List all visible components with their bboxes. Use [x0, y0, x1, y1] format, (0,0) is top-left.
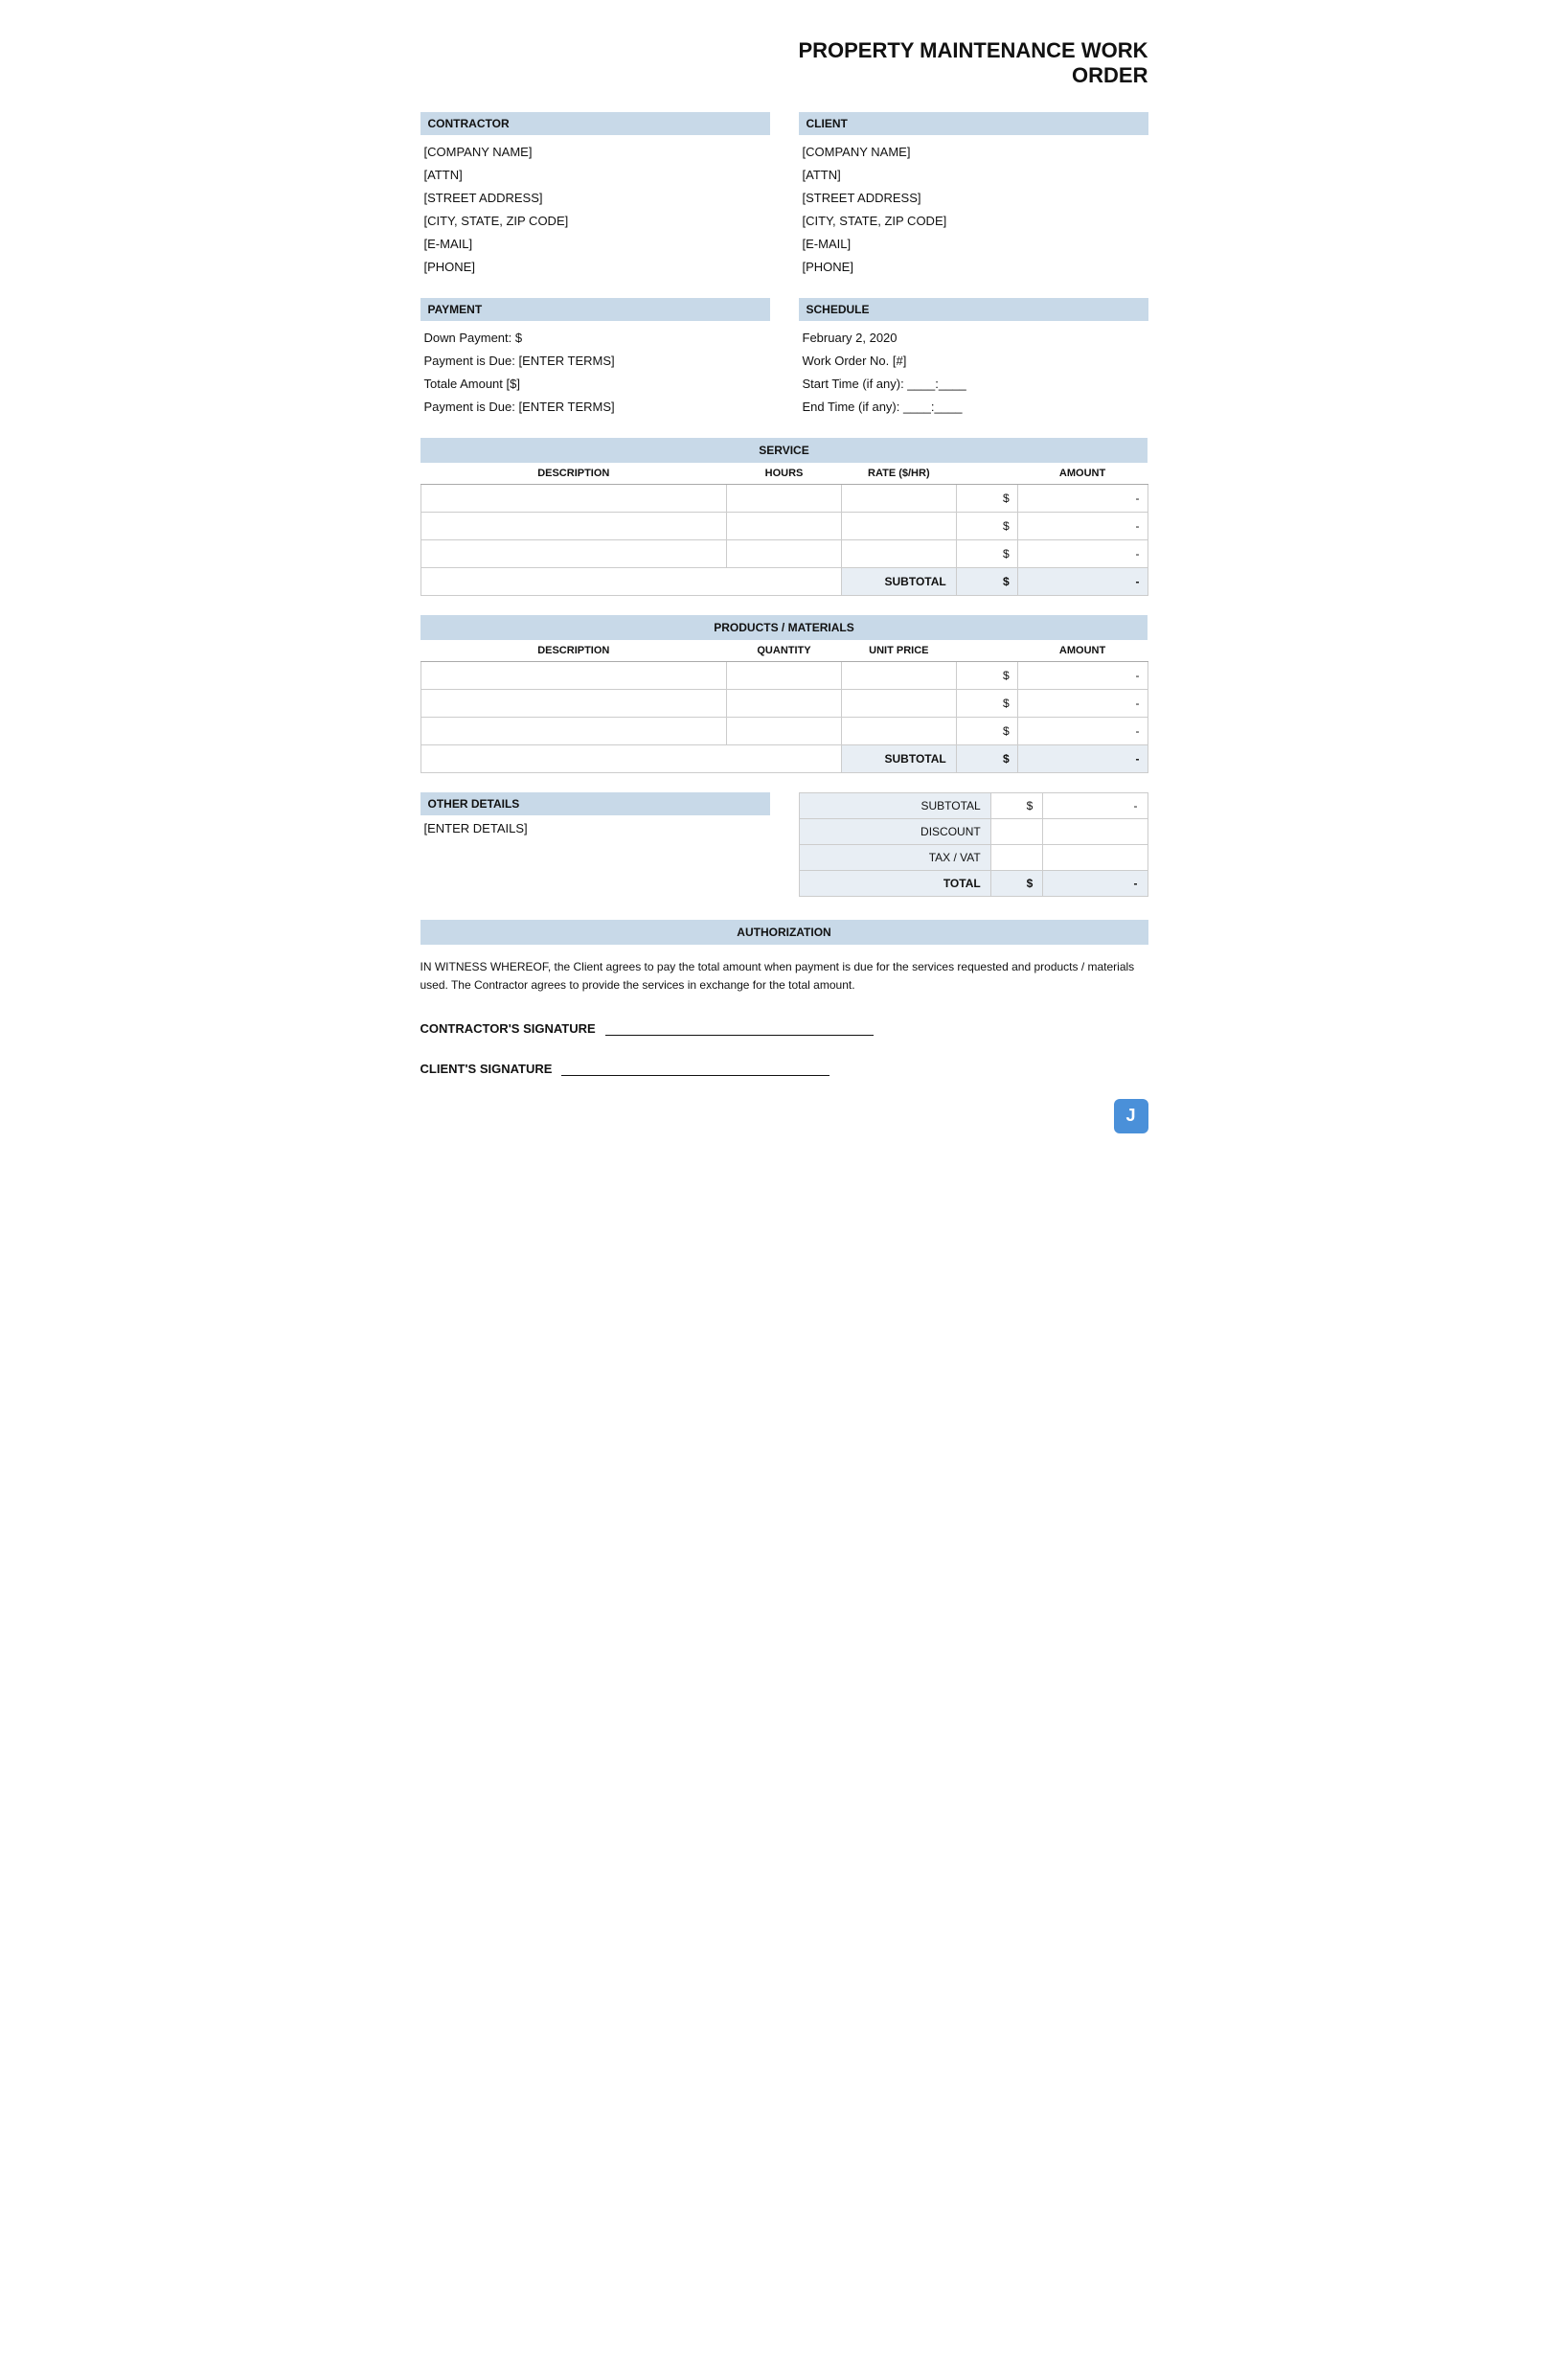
payment-block: PAYMENT Down Payment: $ Payment is Due: …: [420, 298, 770, 419]
contractor-body: [COMPANY NAME] [ATTN] [STREET ADDRESS] […: [420, 141, 770, 279]
payment-line3: Totale Amount [$]: [424, 373, 766, 396]
client-phone: [PHONE]: [803, 256, 1145, 279]
service-col-hours: HOURS: [727, 463, 842, 485]
client-block: CLIENT [COMPANY NAME] [ATTN] [STREET ADD…: [799, 112, 1148, 279]
totals-total-row: TOTAL $ -: [799, 871, 1148, 897]
schedule-end-time: End Time (if any): ____:____: [803, 396, 1145, 419]
materials-row-1: $ -: [420, 662, 1148, 690]
materials-col-amount: AMOUNT: [1017, 640, 1148, 662]
materials-subtotal-label: SUBTOTAL: [841, 745, 956, 773]
other-details-block: OTHER DETAILS [ENTER DETAILS]: [420, 792, 770, 897]
totals-subtotal-label: SUBTOTAL: [799, 793, 990, 819]
client-sig-underline: [561, 1059, 829, 1076]
contractor-company: [COMPANY NAME]: [424, 141, 766, 164]
client-signature-line: CLIENT'S SIGNATURE: [420, 1059, 1148, 1076]
materials-col-desc: DESCRIPTION: [420, 640, 727, 662]
schedule-work-order: Work Order No. [#]: [803, 350, 1145, 373]
totals-tax-row: TAX / VAT: [799, 845, 1148, 871]
j-brand-icon: J: [1114, 1099, 1148, 1133]
payment-line4: Payment is Due: [ENTER TERMS]: [424, 396, 766, 419]
schedule-block: SCHEDULE February 2, 2020 Work Order No.…: [799, 298, 1148, 419]
service-row-2: $ -: [420, 513, 1148, 540]
contractor-sig-underline: [605, 1018, 874, 1036]
totals-total-label: TOTAL: [799, 871, 990, 897]
client-city: [CITY, STATE, ZIP CODE]: [803, 210, 1145, 233]
other-details-body: [ENTER DETAILS]: [420, 821, 770, 835]
contractor-header: CONTRACTOR: [420, 112, 770, 135]
bottom-section: OTHER DETAILS [ENTER DETAILS] SUBTOTAL $…: [420, 792, 1148, 897]
contractor-email: [E-MAIL]: [424, 233, 766, 256]
client-attn: [ATTN]: [803, 164, 1145, 187]
service-col-rate: RATE ($/HR): [841, 463, 956, 485]
service-subtotal-row: SUBTOTAL $ -: [420, 568, 1148, 596]
schedule-date: February 2, 2020: [803, 327, 1145, 350]
authorization-header: AUTHORIZATION: [420, 920, 1148, 945]
schedule-start-time: Start Time (if any): ____:____: [803, 373, 1145, 396]
payment-line2: Payment is Due: [ENTER TERMS]: [424, 350, 766, 373]
contractor-city: [CITY, STATE, ZIP CODE]: [424, 210, 766, 233]
contractor-street: [STREET ADDRESS]: [424, 187, 766, 210]
totals-block: SUBTOTAL $ - DISCOUNT TAX / VAT TOTAL $ …: [799, 792, 1148, 897]
client-company: [COMPANY NAME]: [803, 141, 1145, 164]
service-row-3: $ -: [420, 540, 1148, 568]
materials-col-quantity: QUANTITY: [727, 640, 842, 662]
totals-subtotal-row: SUBTOTAL $ -: [799, 793, 1148, 819]
payment-schedule-section: PAYMENT Down Payment: $ Payment is Due: …: [420, 298, 1148, 419]
client-street: [STREET ADDRESS]: [803, 187, 1145, 210]
totals-discount-label: DISCOUNT: [799, 819, 990, 845]
client-email: [E-MAIL]: [803, 233, 1145, 256]
service-col-amount: AMOUNT: [1017, 463, 1148, 485]
contractor-signature-line: CONTRACTOR'S SIGNATURE: [420, 1018, 1148, 1036]
service-subtotal-label: SUBTOTAL: [841, 568, 956, 596]
schedule-body: February 2, 2020 Work Order No. [#] Star…: [799, 327, 1148, 419]
materials-col-unit-price: UNIT PRICE: [841, 640, 956, 662]
payment-header: PAYMENT: [420, 298, 770, 321]
page-title: PROPERTY MAINTENANCE WORK ORDER: [420, 38, 1148, 89]
totals-discount-row: DISCOUNT: [799, 819, 1148, 845]
materials-table-header: PRODUCTS / MATERIALS: [420, 615, 1148, 640]
footer-icon-area: J: [420, 1099, 1148, 1133]
service-row-1: $ -: [420, 485, 1148, 513]
authorization-text: IN WITNESS WHEREOF, the Client agrees to…: [420, 958, 1148, 995]
service-col-desc: DESCRIPTION: [420, 463, 727, 485]
materials-subtotal-row: SUBTOTAL $ -: [420, 745, 1148, 773]
contractor-phone: [PHONE]: [424, 256, 766, 279]
totals-tax-label: TAX / VAT: [799, 845, 990, 871]
totals-table: SUBTOTAL $ - DISCOUNT TAX / VAT TOTAL $ …: [799, 792, 1148, 897]
schedule-header: SCHEDULE: [799, 298, 1148, 321]
contractor-sig-label: CONTRACTOR'S SIGNATURE: [420, 1021, 596, 1036]
materials-row-2: $ -: [420, 690, 1148, 718]
payment-body: Down Payment: $ Payment is Due: [ENTER T…: [420, 327, 770, 419]
service-table: SERVICE DESCRIPTION HOURS RATE ($/HR) AM…: [420, 438, 1148, 596]
contractor-client-section: CONTRACTOR [COMPANY NAME] [ATTN] [STREET…: [420, 112, 1148, 279]
contractor-block: CONTRACTOR [COMPANY NAME] [ATTN] [STREET…: [420, 112, 770, 279]
client-body: [COMPANY NAME] [ATTN] [STREET ADDRESS] […: [799, 141, 1148, 279]
contractor-attn: [ATTN]: [424, 164, 766, 187]
payment-line1: Down Payment: $: [424, 327, 766, 350]
client-sig-label: CLIENT'S SIGNATURE: [420, 1062, 553, 1076]
materials-table: PRODUCTS / MATERIALS DESCRIPTION QUANTIT…: [420, 615, 1148, 773]
service-table-header: SERVICE: [420, 438, 1148, 463]
materials-row-3: $ -: [420, 718, 1148, 745]
other-details-header: OTHER DETAILS: [420, 792, 770, 815]
client-header: CLIENT: [799, 112, 1148, 135]
